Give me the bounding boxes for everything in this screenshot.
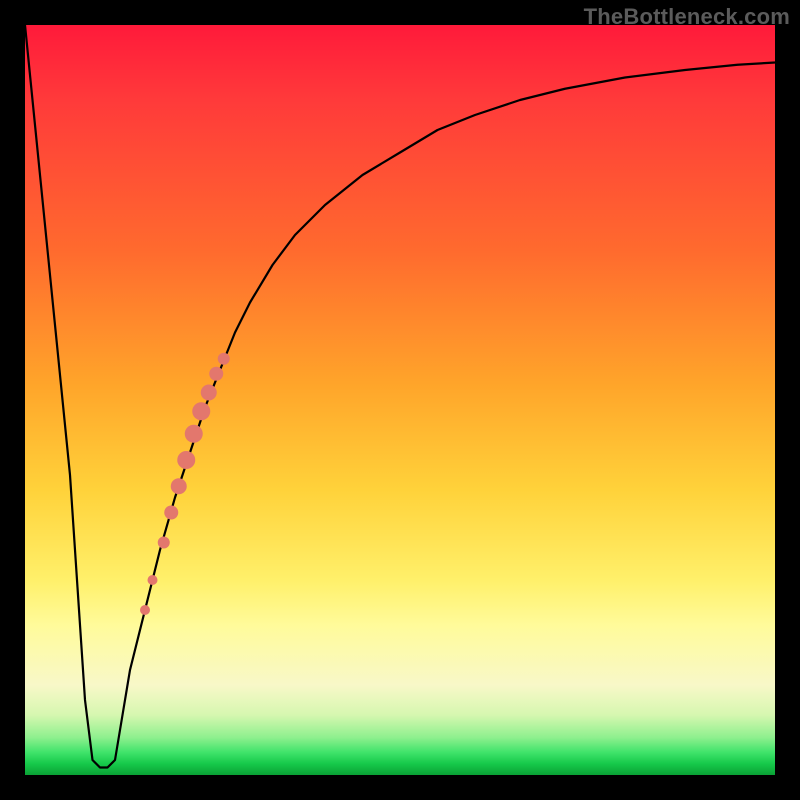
- highlight-marker: [177, 451, 195, 469]
- highlight-marker: [164, 506, 178, 520]
- highlight-markers: [140, 353, 230, 615]
- bottleneck-curve: [25, 25, 775, 768]
- highlight-marker: [201, 385, 217, 401]
- chart-svg: [25, 25, 775, 775]
- highlight-marker: [185, 425, 203, 443]
- plot-area: [25, 25, 775, 775]
- highlight-marker: [209, 367, 223, 381]
- chart-frame: TheBottleneck.com: [0, 0, 800, 800]
- highlight-marker: [218, 353, 230, 365]
- highlight-marker: [140, 605, 150, 615]
- watermark-label: TheBottleneck.com: [584, 4, 790, 30]
- highlight-marker: [192, 402, 210, 420]
- highlight-marker: [148, 575, 158, 585]
- highlight-marker: [158, 537, 170, 549]
- highlight-marker: [171, 478, 187, 494]
